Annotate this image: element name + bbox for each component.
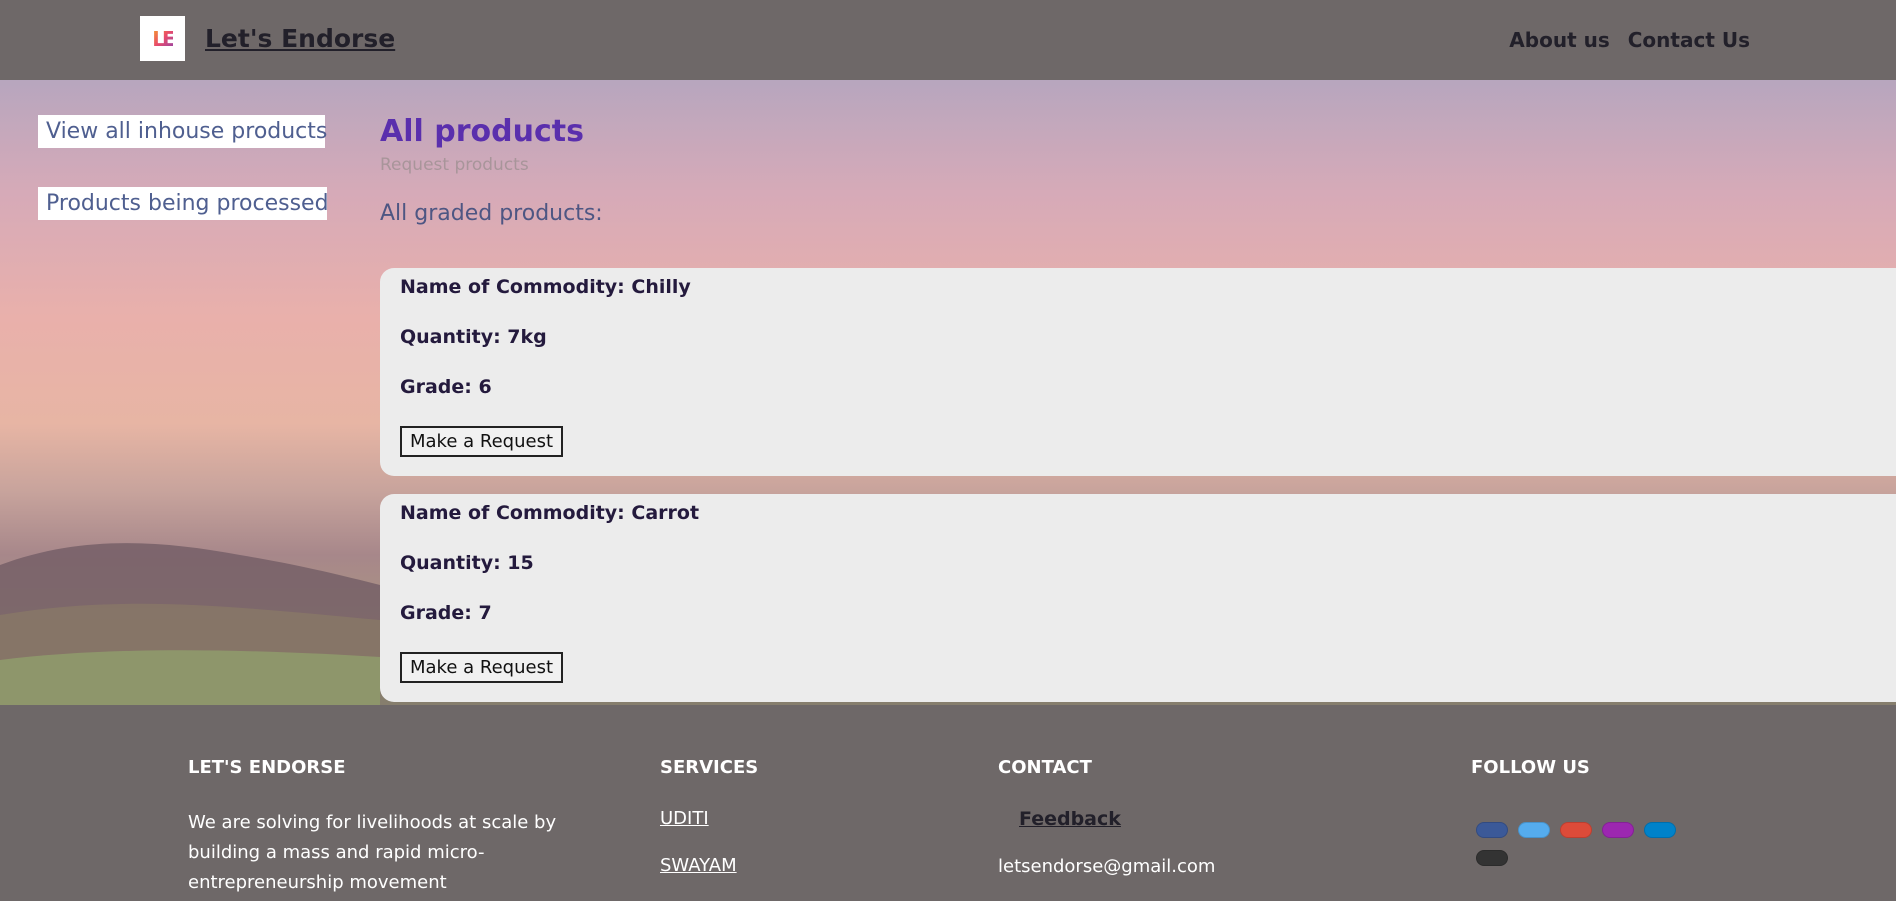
footer-contact: CONTACT Feedback letsendorse@gmail.com <box>998 757 1215 877</box>
footer-follow-heading: FOLLOW US <box>1471 757 1590 778</box>
commodity-name: Name of Commodity: Carrot <box>400 502 700 524</box>
request-products-link[interactable]: Request products <box>380 155 603 175</box>
footer-about-heading: LET'S ENDORSE <box>188 757 346 778</box>
footer-services: SERVICES UDITI SWAYAM <box>660 757 758 876</box>
commodity-name: Name of Commodity: Chilly <box>400 276 691 298</box>
commodity-quantity: Quantity: 15 <box>400 552 534 574</box>
brand-link[interactable]: Let's Endorse <box>205 24 395 53</box>
github-icon[interactable] <box>1476 850 1508 866</box>
service-link-swayam[interactable]: SWAYAM <box>660 855 758 876</box>
footer: LET'S ENDORSE We are solving for livelih… <box>0 705 1896 901</box>
twitter-icon[interactable] <box>1518 822 1550 838</box>
products-processing-button[interactable]: Products being processed <box>38 187 329 220</box>
product-card: Name of Commodity: Chilly Quantity: 7kg … <box>380 268 1896 476</box>
linkedin-icon[interactable] <box>1644 822 1676 838</box>
logo[interactable]: LE <box>140 16 185 61</box>
commodity-quantity: Quantity: 7kg <box>400 326 547 348</box>
commodity-grade: Grade: 6 <box>400 376 492 398</box>
view-inhouse-products-button[interactable]: View all inhouse products <box>38 115 327 148</box>
nav-links: About us Contact Us <box>1509 28 1750 52</box>
main-content: All products Request products All graded… <box>380 114 603 226</box>
section-heading: All graded products: <box>380 201 603 226</box>
make-request-button[interactable]: Make a Request <box>400 652 564 683</box>
logo-mark: LE <box>152 26 175 51</box>
footer-contact-heading: CONTACT <box>998 757 1092 778</box>
social-icons <box>1476 822 1706 866</box>
footer-about-text: We are solving for livelihoods at scale … <box>188 812 557 893</box>
commodity-grade: Grade: 7 <box>400 602 492 624</box>
page-title: All products <box>380 114 584 149</box>
product-card: Name of Commodity: Carrot Quantity: 15 G… <box>380 494 1896 702</box>
service-link-uditi[interactable]: UDITI <box>660 808 758 829</box>
feedback-link[interactable]: Feedback <box>1019 808 1215 830</box>
contact-email: letsendorse@gmail.com <box>998 856 1216 877</box>
footer-services-heading: SERVICES <box>660 757 759 778</box>
top-navbar: LE Let's Endorse About us Contact Us <box>0 0 1896 80</box>
footer-follow: FOLLOW US <box>1471 757 1706 866</box>
google-icon[interactable] <box>1560 822 1592 838</box>
nav-contact-us[interactable]: Contact Us <box>1628 28 1750 52</box>
nav-about-us[interactable]: About us <box>1509 28 1609 52</box>
instagram-icon[interactable] <box>1602 822 1634 838</box>
footer-about: LET'S ENDORSE We are solving for livelih… <box>188 757 568 898</box>
facebook-icon[interactable] <box>1476 822 1508 838</box>
make-request-button[interactable]: Make a Request <box>400 426 564 457</box>
